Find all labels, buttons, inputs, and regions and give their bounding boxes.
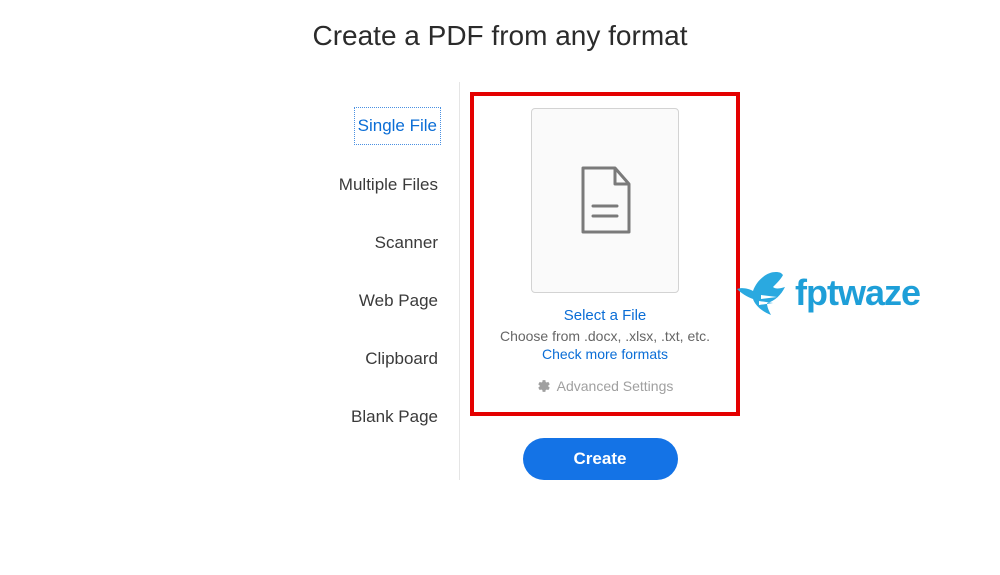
highlight-box: Select a File Choose from .docx, .xlsx, … xyxy=(470,92,740,416)
watermark: fptwaze xyxy=(731,265,920,321)
sidebar-item-single-file[interactable]: Single File xyxy=(354,107,441,145)
select-file-link[interactable]: Select a File xyxy=(484,307,726,324)
sidebar-item-scanner[interactable]: Scanner xyxy=(372,225,441,261)
sidebar-item-multiple-files[interactable]: Multiple Files xyxy=(336,167,441,203)
file-dropzone[interactable] xyxy=(531,108,679,293)
watermark-text: fptwaze xyxy=(795,272,920,314)
advanced-settings-label: Advanced Settings xyxy=(557,378,674,394)
content-panel: Select a File Choose from .docx, .xlsx, … xyxy=(460,82,740,480)
sidebar-item-blank-page[interactable]: Blank Page xyxy=(348,399,441,435)
advanced-settings-button[interactable]: Advanced Settings xyxy=(484,378,726,394)
helper-text: Choose from .docx, .xlsx, .txt, etc. xyxy=(484,328,726,344)
document-icon xyxy=(577,166,633,236)
create-button[interactable]: Create xyxy=(523,438,678,480)
sidebar-item-web-page[interactable]: Web Page xyxy=(356,283,441,319)
bird-icon xyxy=(731,265,791,321)
sidebar-item-clipboard[interactable]: Clipboard xyxy=(362,341,441,377)
page-title: Create a PDF from any format xyxy=(0,20,1000,52)
check-formats-link[interactable]: Check more formats xyxy=(484,346,726,362)
sidebar: Single File Multiple Files Scanner Web P… xyxy=(260,82,460,480)
gear-icon xyxy=(537,379,551,393)
